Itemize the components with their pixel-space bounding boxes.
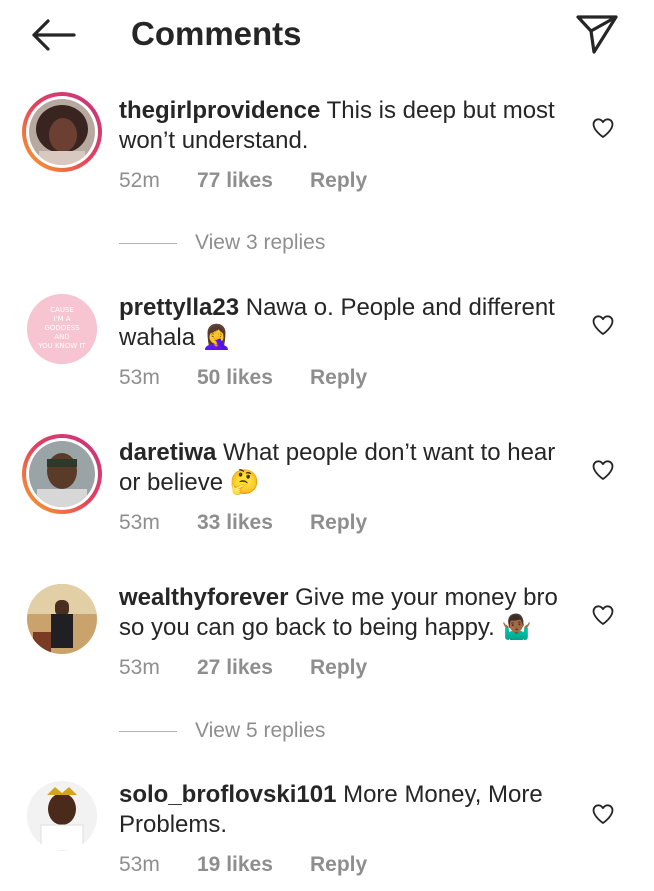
comment-username[interactable]: thegirlprovidence xyxy=(119,97,320,124)
reply-button[interactable]: Reply xyxy=(310,508,367,538)
comment-likes[interactable]: 27 likes xyxy=(197,653,273,683)
view-replies-label: View 3 replies xyxy=(195,231,326,254)
avatar[interactable] xyxy=(22,776,102,856)
arrow-left-icon xyxy=(32,19,76,51)
reply-button[interactable]: Reply xyxy=(310,166,367,196)
comment-likes[interactable]: 19 likes xyxy=(197,850,273,880)
divider-line xyxy=(119,731,177,732)
svg-text:AND: AND xyxy=(54,333,69,341)
like-button[interactable] xyxy=(591,603,615,627)
comment-likes[interactable]: 77 likes xyxy=(197,166,273,196)
comment-username[interactable]: prettylla23 xyxy=(119,294,239,321)
avatar-photo xyxy=(27,781,97,851)
page-title: Comments xyxy=(131,15,302,52)
comment-time: 53m xyxy=(119,853,160,876)
heart-outline-icon xyxy=(592,315,614,335)
avatar[interactable]: CAUSE I'M A GODDESS AND YOU KNOW IT xyxy=(22,289,102,369)
svg-text:YOU KNOW IT: YOU KNOW IT xyxy=(37,342,86,350)
avatar[interactable] xyxy=(22,434,102,514)
view-replies-label: View 5 replies xyxy=(195,719,326,742)
like-button[interactable] xyxy=(591,802,615,826)
like-button[interactable] xyxy=(591,458,615,482)
divider-line xyxy=(119,243,177,244)
comment-username[interactable]: wealthyforever xyxy=(119,584,288,611)
reply-button[interactable]: Reply xyxy=(310,653,367,683)
share-button[interactable] xyxy=(574,12,620,56)
comment-time: 53m xyxy=(119,656,160,679)
avatar-photo xyxy=(27,584,97,654)
heart-outline-icon xyxy=(592,460,614,480)
heart-outline-icon xyxy=(592,118,614,138)
reply-button[interactable]: Reply xyxy=(310,363,367,393)
heart-outline-icon xyxy=(592,605,614,625)
comment-username[interactable]: daretiwa xyxy=(119,439,216,466)
avatar-photo xyxy=(29,441,95,507)
header-bar: Comments xyxy=(0,0,654,72)
like-button[interactable] xyxy=(591,313,615,337)
svg-text:I'M A: I'M A xyxy=(53,315,70,323)
comment-time: 53m xyxy=(119,511,160,534)
svg-text:GODDESS: GODDESS xyxy=(44,324,80,332)
heart-outline-icon xyxy=(592,804,614,824)
avatar-photo xyxy=(29,99,95,165)
comment-likes[interactable]: 33 likes xyxy=(197,508,273,538)
paper-plane-icon xyxy=(576,15,618,54)
avatar-photo: CAUSE I'M A GODDESS AND YOU KNOW IT xyxy=(27,294,97,364)
avatar[interactable] xyxy=(22,579,102,659)
comment-likes[interactable]: 50 likes xyxy=(197,363,273,393)
comment-time: 52m xyxy=(119,169,160,192)
comment-time: 53m xyxy=(119,366,160,389)
like-button[interactable] xyxy=(591,116,615,140)
reply-button[interactable]: Reply xyxy=(310,850,367,880)
svg-text:CAUSE: CAUSE xyxy=(50,306,74,314)
avatar[interactable] xyxy=(22,92,102,172)
comment-username[interactable]: solo_broflovski101 xyxy=(119,781,336,808)
back-button[interactable] xyxy=(28,14,78,56)
